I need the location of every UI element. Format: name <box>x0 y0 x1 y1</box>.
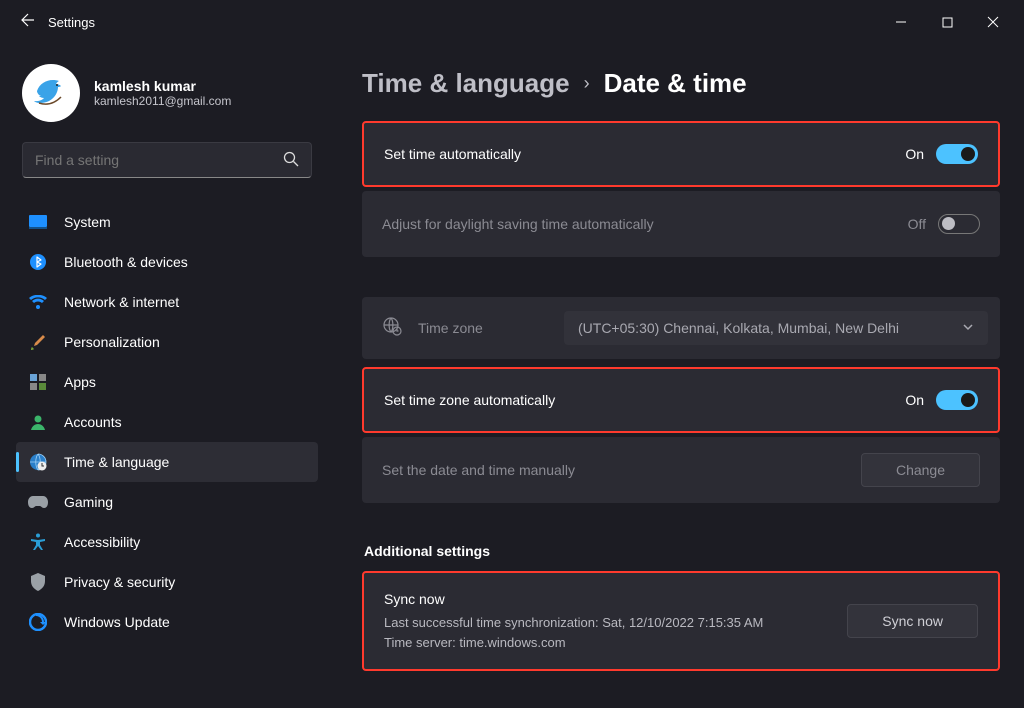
accessibility-icon <box>28 532 48 552</box>
chevron-down-icon <box>962 320 974 336</box>
sidebar-item-accessibility[interactable]: Accessibility <box>16 522 318 562</box>
sidebar-item-label: Accessibility <box>64 534 140 550</box>
profile-email: kamlesh2011@gmail.com <box>94 94 231 108</box>
profile[interactable]: kamlesh kumar kamlesh2011@gmail.com <box>22 64 318 122</box>
sidebar-item-bluetooth[interactable]: Bluetooth & devices <box>16 242 318 282</box>
toggle-daylight[interactable] <box>938 214 980 234</box>
bluetooth-icon <box>28 252 48 272</box>
sync-now-button[interactable]: Sync now <box>847 604 978 638</box>
close-button[interactable] <box>970 6 1016 38</box>
toggle-auto-timezone[interactable] <box>936 390 978 410</box>
sidebar-item-label: Personalization <box>64 334 160 350</box>
back-button[interactable] <box>8 12 48 33</box>
setting-manual-datetime: Set the date and time manually Change <box>362 437 1000 503</box>
wifi-icon <box>28 292 48 312</box>
sidebar-item-label: Bluetooth & devices <box>64 254 188 270</box>
sidebar-item-gaming[interactable]: Gaming <box>16 482 318 522</box>
maximize-button[interactable] <box>924 6 970 38</box>
sync-server: Time server: time.windows.com <box>384 635 566 650</box>
brush-icon <box>28 332 48 352</box>
setting-auto-time: Set time automatically On <box>362 121 1000 187</box>
sidebar-item-system[interactable]: System <box>16 202 318 242</box>
search-input[interactable] <box>22 142 312 178</box>
sidebar-item-label: Apps <box>64 374 96 390</box>
sidebar-item-personalization[interactable]: Personalization <box>16 322 318 362</box>
sidebar-item-network[interactable]: Network & internet <box>16 282 318 322</box>
toggle-state: On <box>905 146 924 162</box>
chevron-right-icon: › <box>584 73 590 94</box>
search-icon <box>282 150 300 173</box>
breadcrumb-parent[interactable]: Time & language <box>362 68 570 99</box>
sidebar-item-label: System <box>64 214 111 230</box>
toggle-state: Off <box>908 216 926 232</box>
sync-title: Sync now <box>384 589 827 611</box>
globe-clock-icon <box>28 452 48 472</box>
sidebar-item-label: Accounts <box>64 414 122 430</box>
setting-sync-now: Sync now Last successful time synchroniz… <box>362 571 1000 671</box>
main-content: Time & language › Date & time Set time a… <box>330 44 1024 708</box>
sidebar-item-time-language[interactable]: Time & language <box>16 442 318 482</box>
sidebar-nav: System Bluetooth & devices Network & int… <box>16 202 318 642</box>
setting-daylight-saving: Adjust for daylight saving time automati… <box>362 191 1000 257</box>
avatar <box>22 64 80 122</box>
sidebar-item-apps[interactable]: Apps <box>16 362 318 402</box>
timezone-value: (UTC+05:30) Chennai, Kolkata, Mumbai, Ne… <box>578 320 899 336</box>
setting-label: Set time automatically <box>384 146 905 162</box>
sidebar-item-label: Privacy & security <box>64 574 175 590</box>
breadcrumb: Time & language › Date & time <box>362 68 1000 99</box>
sidebar-item-label: Windows Update <box>64 614 170 630</box>
sidebar-item-privacy[interactable]: Privacy & security <box>16 562 318 602</box>
section-heading: Additional settings <box>364 543 1000 559</box>
setting-auto-timezone: Set time zone automatically On <box>362 367 1000 433</box>
search-box <box>22 142 312 178</box>
toggle-state: On <box>905 392 924 408</box>
timezone-dropdown[interactable]: (UTC+05:30) Chennai, Kolkata, Mumbai, Ne… <box>564 311 988 345</box>
profile-name: kamlesh kumar <box>94 78 231 94</box>
sidebar-item-label: Time & language <box>64 454 169 470</box>
setting-timezone: Time zone (UTC+05:30) Chennai, Kolkata, … <box>362 297 1000 359</box>
minimize-button[interactable] <box>878 6 924 38</box>
gamepad-icon <box>28 492 48 512</box>
globe-icon <box>382 316 402 341</box>
apps-icon <box>28 372 48 392</box>
setting-label: Time zone <box>418 320 548 336</box>
shield-icon <box>28 572 48 592</box>
sidebar-item-windows-update[interactable]: Windows Update <box>16 602 318 642</box>
display-icon <box>28 212 48 232</box>
page-title: Date & time <box>604 68 747 99</box>
change-button[interactable]: Change <box>861 453 980 487</box>
titlebar: Settings <box>0 0 1024 44</box>
app-title: Settings <box>48 15 95 30</box>
person-icon <box>28 412 48 432</box>
sidebar: kamlesh kumar kamlesh2011@gmail.com Syst… <box>0 44 330 708</box>
setting-label: Set the date and time manually <box>382 462 861 478</box>
update-icon <box>28 612 48 632</box>
setting-label: Set time zone automatically <box>384 392 905 408</box>
setting-label: Adjust for daylight saving time automati… <box>382 216 908 232</box>
sync-last: Last successful time synchronization: Sa… <box>384 615 763 630</box>
sidebar-item-accounts[interactable]: Accounts <box>16 402 318 442</box>
sidebar-item-label: Network & internet <box>64 294 179 310</box>
sidebar-item-label: Gaming <box>64 494 113 510</box>
toggle-auto-time[interactable] <box>936 144 978 164</box>
